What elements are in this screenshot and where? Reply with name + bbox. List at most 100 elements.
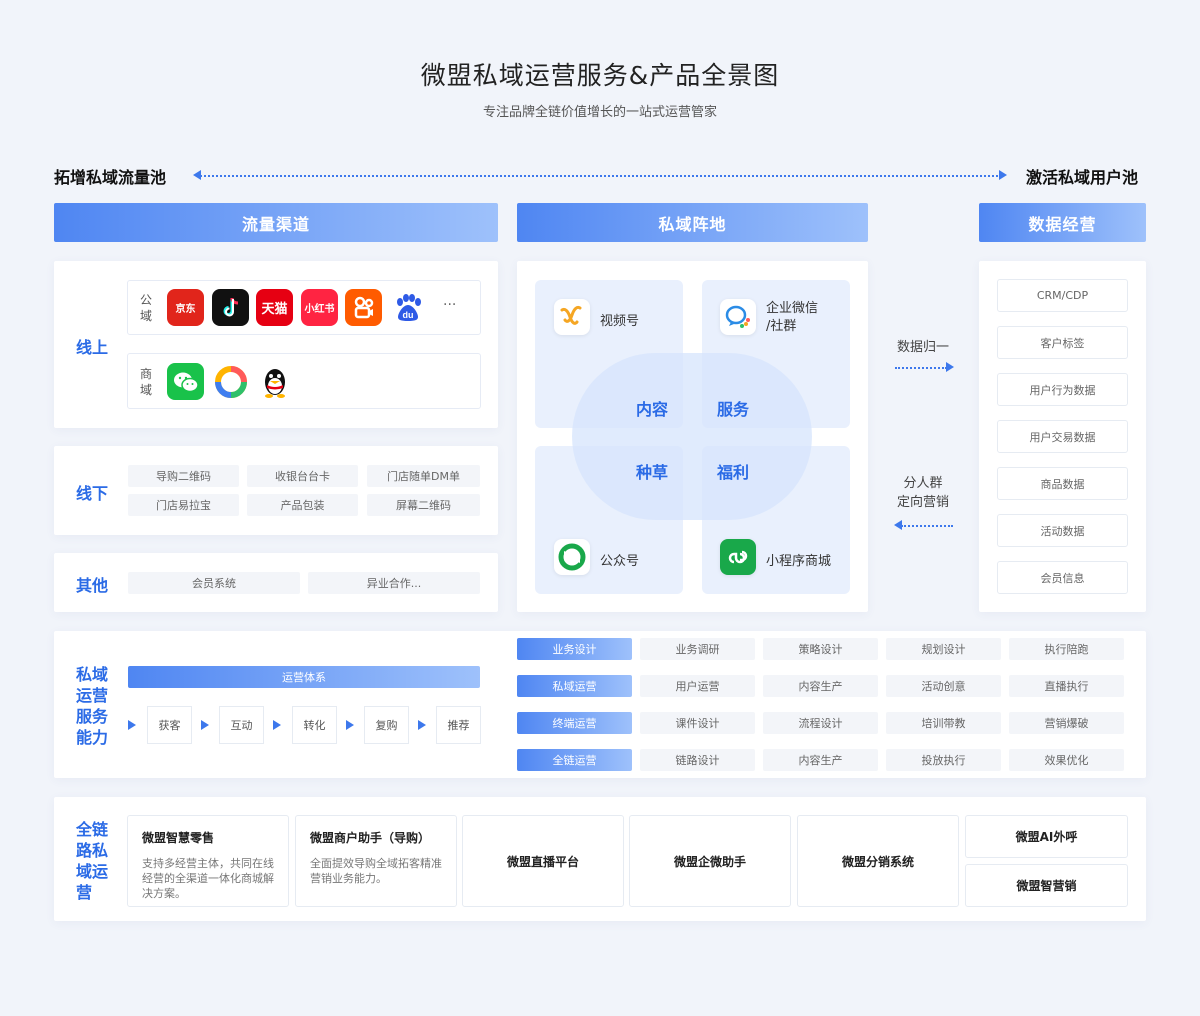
- ops-cell: 课件设计: [640, 712, 755, 734]
- unify-arrow-icon: [946, 362, 954, 372]
- page-title: 微盟私域运营服务&产品全景图: [420, 61, 780, 90]
- ops-cell: 策略设计: [763, 638, 878, 660]
- target-marketing-label: 分人群 定向营销: [896, 476, 949, 510]
- ops-row-head: 私域运营: [517, 675, 632, 697]
- data-item: 商品数据: [997, 467, 1128, 500]
- data-item: 用户交易数据: [997, 420, 1128, 453]
- data-item: CRM/CDP: [997, 279, 1128, 312]
- step-repurchase: 复购: [364, 706, 409, 744]
- wechat-icon: [167, 363, 204, 400]
- official-account-icon: [554, 539, 590, 575]
- arrow-left-icon: [193, 170, 201, 180]
- ops-cell: 流程设计: [763, 712, 878, 734]
- product-smart-marketing[interactable]: 微盟智营销: [965, 864, 1128, 907]
- step-arrow-icon: [201, 720, 209, 730]
- welfare-label: 福利: [717, 463, 750, 482]
- pool-left-label: 拓增私域流量池: [54, 168, 167, 187]
- step-acquire: 获客: [147, 706, 192, 744]
- step-interact: 互动: [219, 706, 264, 744]
- data-item: 客户标签: [997, 326, 1128, 359]
- product-live[interactable]: 微盟直播平台: [462, 815, 624, 907]
- offline-tag: 门店随单DM单: [367, 465, 480, 487]
- offline-label: 线下: [76, 484, 109, 503]
- ops-cell: 执行陪跑: [1009, 638, 1124, 660]
- douyin-icon: [212, 289, 249, 326]
- kuaishou-icon: [345, 289, 382, 326]
- data-item: 会员信息: [997, 561, 1128, 594]
- data-item: 活动数据: [997, 514, 1128, 547]
- qq-icon: [256, 363, 293, 400]
- product-ai-call[interactable]: 微盟AI外呼: [965, 815, 1128, 858]
- offline-tag: 导购二维码: [128, 465, 239, 487]
- other-tag: 会员系统: [128, 572, 300, 594]
- ops-cell: 内容生产: [763, 749, 878, 771]
- tmall-icon: 天猫: [256, 289, 293, 326]
- offline-tag: 屏幕二维码: [367, 494, 480, 516]
- online-label: 线上: [76, 338, 109, 357]
- ops-cell: 内容生产: [763, 675, 878, 697]
- ops-cell: 培训带教: [886, 712, 1001, 734]
- other-tag: 异业合作...: [308, 572, 480, 594]
- col-head-data: 数据经营: [979, 203, 1146, 242]
- xiaohongshu-icon: 小红书: [301, 289, 338, 326]
- ops-cell: 用户运营: [640, 675, 755, 697]
- product-merchant-assistant[interactable]: 微盟商户助手（导购） 全面提效导购全域拓客精准营销业务能力。: [295, 815, 457, 907]
- video-channel-label: 视频号: [600, 314, 640, 329]
- center-capsule: [572, 353, 812, 520]
- offline-tag: 产品包装: [247, 494, 358, 516]
- page-subtitle: 专注品牌全链价值增长的一站式运营管家: [482, 105, 717, 120]
- content-label: 内容: [636, 400, 669, 419]
- ops-label: 私域 运营 服务 能力: [76, 665, 109, 747]
- product-wecom-helper[interactable]: 微盟企微助手: [629, 815, 791, 907]
- offline-card: [54, 446, 498, 535]
- pool-right-label: 激活私域用户池: [1026, 168, 1139, 187]
- ops-row-head: 业务设计: [517, 638, 632, 660]
- seeding-label: 种草: [636, 463, 669, 482]
- ops-cell: 投放执行: [886, 749, 1001, 771]
- mini-program-label: 小程序商城: [766, 554, 832, 569]
- step-recommend: 推荐: [436, 706, 481, 744]
- data-unify-label: 数据归一: [896, 340, 949, 355]
- step-convert: 转化: [292, 706, 337, 744]
- svg-text:du: du: [402, 310, 413, 320]
- baidu-icon: du: [389, 289, 426, 326]
- public-domain-label: 公域: [140, 293, 153, 323]
- step-arrow-icon: [418, 720, 426, 730]
- step-arrow-icon: [128, 720, 136, 730]
- mini-program-icon: [720, 539, 756, 575]
- products-label: 全链 路私 域运营: [76, 820, 109, 902]
- other-label: 其他: [76, 576, 109, 595]
- official-account-label: 公众号: [600, 554, 640, 569]
- col-head-traffic: 流量渠道: [54, 203, 498, 242]
- wecom-icon: [720, 299, 756, 335]
- pool-dotted-line: [200, 175, 1002, 177]
- ops-cell: 业务调研: [640, 638, 755, 660]
- product-distribution[interactable]: 微盟分销系统: [797, 815, 959, 907]
- service-label: 服务: [717, 400, 750, 419]
- offline-tag: 门店易拉宝: [128, 494, 239, 516]
- col-head-private: 私域阵地: [517, 203, 868, 242]
- unify-dotline: [895, 367, 947, 369]
- target-dotline: [901, 525, 953, 527]
- mini-ring-icon: [212, 363, 249, 400]
- ops-cell: 活动创意: [886, 675, 1001, 697]
- ops-cell: 营销爆破: [1009, 712, 1124, 734]
- offline-tag: 收银台台卡: [247, 465, 358, 487]
- step-arrow-icon: [346, 720, 354, 730]
- ops-cell: 效果优化: [1009, 749, 1124, 771]
- wecom-label: 企业微信 /社群: [766, 301, 819, 334]
- ops-cell: 链路设计: [640, 749, 755, 771]
- ops-system-bar: 运营体系: [128, 666, 480, 688]
- more-icon[interactable]: ···: [443, 297, 456, 313]
- video-channel-icon: [554, 299, 590, 335]
- arrow-right-icon: [999, 170, 1007, 180]
- data-item: 用户行为数据: [997, 373, 1128, 406]
- ops-row-head: 终端运营: [517, 712, 632, 734]
- jd-icon: 京东: [167, 289, 204, 326]
- ops-cell: 规划设计: [886, 638, 1001, 660]
- target-arrow-icon: [894, 520, 902, 530]
- ops-row-head: 全链运营: [517, 749, 632, 771]
- ops-cell: 直播执行: [1009, 675, 1124, 697]
- commerce-domain-label: 商域: [140, 367, 153, 397]
- product-smart-retail[interactable]: 微盟智慧零售 支持多经营主体，共同在线经营的全渠道一体化商城解决方案。: [127, 815, 289, 907]
